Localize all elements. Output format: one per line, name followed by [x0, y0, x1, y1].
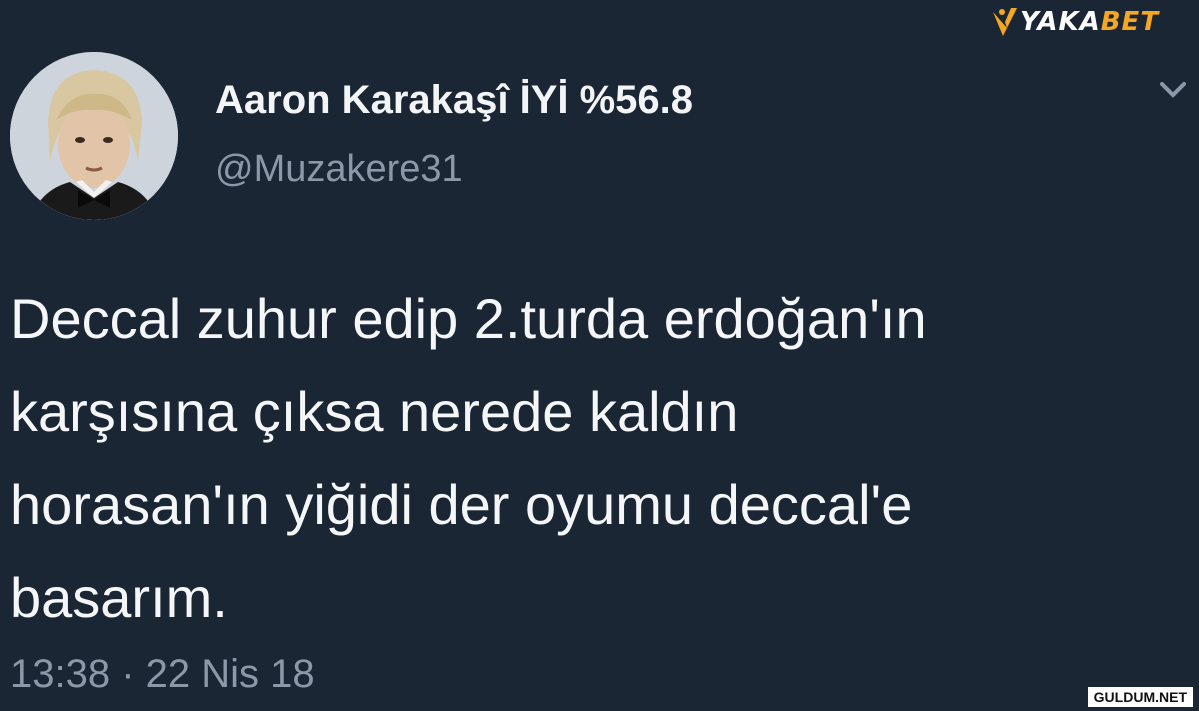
tweet-text: Deccal zuhur edip 2.turda erdoğan'ın kar… — [10, 272, 1185, 644]
tweet-card: Aaron Karakaşî İYİ %56.8 @Muzakere31 Dec… — [0, 0, 1199, 711]
avatar[interactable] — [10, 52, 178, 220]
brand-logo: YAKABET — [990, 4, 1195, 40]
timestamp[interactable]: 13:38 · 22 Nis 18 — [10, 652, 315, 697]
display-name[interactable]: Aaron Karakaşî İYİ %56.8 — [215, 78, 693, 123]
brand-mark-icon — [993, 8, 1017, 36]
tweet-text-line: Deccal zuhur edip 2.turda erdoğan'ın — [10, 287, 927, 350]
brand-logo-text: YAKABET — [1020, 7, 1160, 37]
avatar-photo — [10, 52, 178, 220]
tweet-text-line: horasan'ın yiğidi der oyumu deccal'e — [10, 473, 913, 536]
user-handle[interactable]: @Muzakere31 — [215, 148, 463, 191]
tweet-text-line: karşısına çıksa nerede kaldın — [10, 380, 739, 443]
tweet-text-line: basarım. — [10, 566, 228, 629]
chevron-down-icon[interactable] — [1158, 80, 1188, 100]
watermark: GULDUM.NET — [1087, 687, 1193, 707]
